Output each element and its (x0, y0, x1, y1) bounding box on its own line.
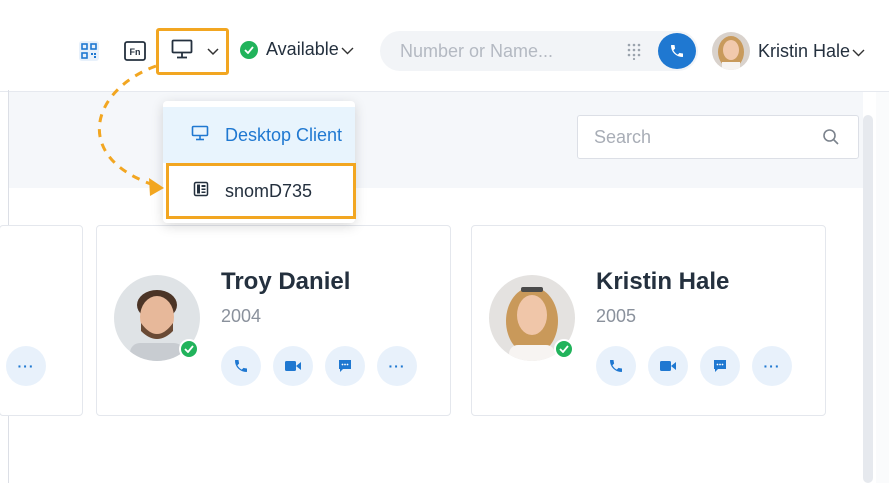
phone-icon (235, 360, 247, 372)
contact-actions: ··· (221, 346, 417, 386)
contact-grid: ··· Troy Daniel 2004 ··· Kristin Hale 20… (0, 188, 863, 483)
presence-status-selector[interactable]: Available (240, 39, 354, 60)
search-box (577, 115, 859, 159)
desk-phone-icon (193, 181, 209, 202)
monitor-icon (171, 39, 193, 64)
fn-label: Fn (130, 47, 141, 57)
video-call-button[interactable] (648, 346, 688, 386)
more-icon: ··· (763, 358, 781, 374)
dropdown-item-label: snomD735 (225, 180, 313, 201)
more-button[interactable]: ··· (752, 346, 792, 386)
chat-icon (339, 360, 351, 372)
dropdown-item-snomd735[interactable]: snomD735 (166, 163, 356, 219)
contact-extension: 2004 (221, 306, 262, 326)
presence-available-icon (554, 339, 574, 359)
phone-icon (671, 45, 683, 57)
contact-card[interactable]: Kristin Hale 2005 ··· (471, 225, 826, 416)
keypad-icon[interactable] (626, 42, 642, 65)
search-input[interactable] (594, 126, 814, 148)
video-icon (660, 361, 676, 371)
dial-bar (380, 31, 698, 71)
call-button[interactable] (596, 346, 636, 386)
contact-actions: ··· (596, 346, 792, 386)
chevron-down-icon (852, 41, 865, 62)
contact-card-partial[interactable]: ··· (0, 225, 83, 416)
device-dropdown: Desktop Client snomD735 (163, 101, 356, 223)
call-button[interactable] (221, 346, 261, 386)
contact-extension: 2005 (596, 306, 637, 326)
contact-card[interactable]: Troy Daniel 2004 ··· (96, 225, 451, 416)
chevron-down-icon (341, 39, 354, 60)
device-switch-button[interactable] (156, 28, 229, 75)
function-keys-icon[interactable]: Fn (124, 41, 146, 61)
scrollbar[interactable] (863, 115, 873, 483)
chat-button[interactable] (700, 346, 740, 386)
more-button[interactable]: ··· (377, 346, 417, 386)
presence-available-icon (179, 339, 199, 359)
chat-button[interactable] (325, 346, 365, 386)
status-label: Available (266, 39, 339, 59)
app-window: Fn Available Number or Name... Kristin H… (0, 0, 889, 483)
chevron-down-icon (207, 45, 219, 59)
dropdown-item-desktop-client[interactable]: Desktop Client (163, 107, 355, 163)
more-button[interactable]: ··· (6, 346, 46, 386)
monitor-icon (191, 125, 209, 146)
dial-input[interactable] (400, 40, 630, 62)
top-bar: Fn Available Number or Name... Kristin H… (0, 0, 889, 92)
contact-name: Kristin Hale (596, 268, 730, 295)
call-button[interactable] (658, 33, 696, 69)
qr-code-icon[interactable] (78, 40, 100, 62)
user-menu[interactable]: Kristin Hale (712, 32, 865, 70)
search-icon[interactable] (822, 128, 840, 151)
chat-icon (714, 360, 726, 372)
more-icon: ··· (17, 358, 35, 374)
phone-icon (610, 360, 622, 372)
user-name: Kristin Hale (758, 40, 851, 61)
video-icon (285, 361, 301, 371)
avatar (712, 32, 750, 70)
video-call-button[interactable] (273, 346, 313, 386)
contact-name: Troy Daniel (221, 268, 351, 295)
dropdown-item-label: Desktop Client (225, 124, 343, 145)
scrollbar-track (876, 92, 889, 483)
more-icon: ··· (388, 358, 406, 374)
check-circle-icon (240, 40, 258, 59)
